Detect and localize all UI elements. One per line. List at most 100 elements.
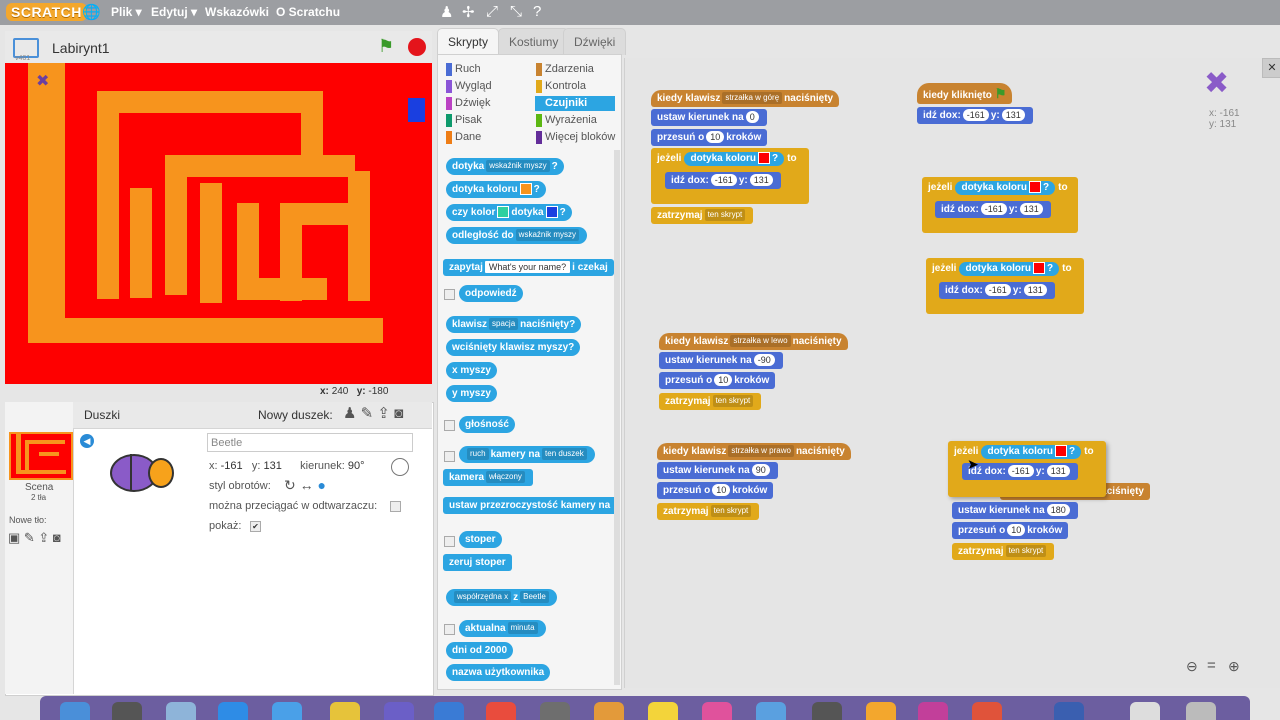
downloads-icon[interactable]: [1130, 702, 1160, 720]
block-set-transparency[interactable]: ustaw przezroczystość kamery na: [443, 497, 619, 514]
hat-when-key-right[interactable]: kiedy klawisz strzałka w prawo naciśnięty: [657, 443, 851, 460]
draggable-checkbox[interactable]: [390, 501, 401, 512]
scratch-cat-icon[interactable]: [866, 702, 896, 720]
hat-when-flag[interactable]: kiedy kliknięto ⚑: [917, 83, 1013, 104]
show-checkbox[interactable]: ✔: [250, 521, 261, 532]
app-icon-10[interactable]: [1054, 702, 1084, 720]
block-ask[interactable]: zapytaj What's your name? i czekaj: [443, 259, 614, 276]
palette-scrollbar[interactable]: [614, 150, 620, 685]
category-sound[interactable]: Dźwięk: [445, 96, 535, 111]
app-icon[interactable]: [330, 702, 360, 720]
tab-sounds[interactable]: Dźwięki: [563, 28, 627, 55]
category-more-blocks[interactable]: Więcej bloków: [535, 130, 623, 145]
block-reset-timer[interactable]: zeruj stoper: [443, 554, 512, 571]
grow-icon[interactable]: ⤢: [486, 3, 498, 20]
green-flag-icon[interactable]: ⚑: [378, 36, 394, 57]
block-key-pressed[interactable]: klawisz spacja naciśnięty?: [446, 316, 582, 333]
hat-when-key-up[interactable]: kiedy klawisz strzałka w górę naciśnięty: [651, 90, 840, 107]
stop-icon[interactable]: [408, 38, 426, 56]
block-goto-1[interactable]: idź dox: -161 y: 131: [665, 172, 781, 189]
scene-thumbnail[interactable]: [9, 432, 73, 480]
delete-icon[interactable]: ✢: [462, 3, 475, 21]
block-stop-right[interactable]: zatrzymaj ten skrypt: [657, 503, 760, 520]
block-x-position-of[interactable]: współrzędna x z Beetle: [446, 589, 557, 606]
block-stop-down[interactable]: zatrzymaj ten skrypt: [952, 543, 1055, 560]
app-icon-7[interactable]: [812, 702, 842, 720]
app-icon-5[interactable]: [594, 702, 624, 720]
block-touching[interactable]: dotyka wskaźnik myszy?: [446, 158, 564, 175]
category-data[interactable]: Dane: [445, 130, 535, 145]
block-move-left[interactable]: przesuń o 10 kroków: [659, 372, 776, 389]
sprite-info-back-icon[interactable]: ◀: [80, 434, 94, 448]
category-control[interactable]: Kontrola: [535, 79, 623, 94]
direction-dial[interactable]: [391, 458, 409, 476]
block-move-down[interactable]: przesuń o 10 kroków: [952, 522, 1069, 539]
block-timer[interactable]: stoper: [459, 531, 502, 548]
category-events[interactable]: Zdarzenia: [535, 62, 623, 77]
loudness-checkbox[interactable]: [444, 420, 455, 431]
notes-icon[interactable]: [648, 702, 678, 720]
block-distance[interactable]: odległość do wskaźnik myszy: [446, 227, 588, 244]
block-stop-left[interactable]: zatrzymaj ten skrypt: [659, 393, 762, 410]
sprite-name-input[interactable]: [207, 433, 413, 452]
block-goto-3[interactable]: idź dox: -161 y: 131: [935, 201, 1051, 218]
close-icon[interactable]: ✕: [1262, 58, 1280, 78]
safari-icon[interactable]: [272, 702, 302, 720]
block-goto-4[interactable]: idź dox: -161 y: 131: [939, 282, 1055, 299]
settings-icon[interactable]: [112, 702, 142, 720]
block-goto-2[interactable]: idź dox: -161 y: 131: [917, 107, 1033, 124]
app-icon-8[interactable]: [918, 702, 948, 720]
category-motion[interactable]: Ruch: [445, 62, 535, 77]
app-icon-4[interactable]: [540, 702, 570, 720]
hat-when-key-left[interactable]: kiedy klawisz strzałka w lewo naciśnięty: [659, 333, 848, 350]
category-looks[interactable]: Wygląd: [445, 79, 535, 94]
category-operators[interactable]: Wyrażenia: [535, 113, 623, 128]
block-move-right[interactable]: przesuń o 10 kroków: [657, 482, 774, 499]
block-color-touching[interactable]: czy kolor dotyka?: [446, 204, 572, 221]
rotation-style-icons[interactable]: ↻ ↔ ●: [284, 477, 326, 494]
calendar-icon[interactable]: [486, 702, 516, 720]
block-goto-dragged[interactable]: idź dox: -161 y: 131: [962, 463, 1078, 480]
app-store-icon[interactable]: [218, 702, 248, 720]
app-icon-9[interactable]: [972, 702, 1002, 720]
block-loudness[interactable]: głośność: [459, 416, 515, 433]
finder-icon[interactable]: [60, 702, 90, 720]
answer-checkbox[interactable]: [444, 289, 455, 300]
duplicate-icon[interactable]: ♟: [440, 3, 453, 21]
scratch-logo[interactable]: SCRATCH: [6, 3, 87, 21]
beetle-sprite-icon[interactable]: ✖: [36, 71, 49, 91]
help-icon[interactable]: ?: [533, 3, 541, 20]
block-touching-color[interactable]: dotyka koloru?: [446, 181, 546, 198]
block-move[interactable]: przesuń o 10 kroków: [651, 129, 768, 146]
category-pen[interactable]: Pisak: [445, 113, 535, 128]
photos-icon[interactable]: [702, 702, 732, 720]
block-mouse-x[interactable]: x myszy: [446, 362, 497, 379]
block-point-direction-right[interactable]: ustaw kierunek na 90: [657, 462, 778, 479]
block-mouse-y[interactable]: y myszy: [446, 385, 497, 402]
block-point-direction-down[interactable]: ustaw kierunek na 180: [952, 502, 1078, 519]
block-current[interactable]: aktualna minuta: [459, 620, 546, 637]
block-answer[interactable]: odpowiedź: [459, 285, 523, 302]
category-sensing[interactable]: Czujniki: [535, 96, 615, 111]
menu-edit[interactable]: Edytuj ▾: [151, 5, 197, 19]
backdrop-paint-icons[interactable]: ▣ ✎ ⇪ ◙: [8, 530, 61, 546]
trash-icon[interactable]: [1186, 702, 1216, 720]
zoom-out-icon[interactable]: ⊖: [1186, 658, 1198, 675]
app-icon-3[interactable]: [434, 702, 464, 720]
shrink-icon[interactable]: ⤡: [510, 3, 522, 20]
block-camera[interactable]: kamera włączony: [443, 469, 533, 486]
project-title[interactable]: Labirynt1: [52, 40, 110, 56]
block-point-direction-left[interactable]: ustaw kierunek na -90: [659, 352, 783, 369]
current-checkbox[interactable]: [444, 624, 455, 635]
menu-about[interactable]: O Scratchu: [276, 5, 340, 19]
zoom-reset-icon[interactable]: =: [1207, 657, 1216, 674]
block-video-motion[interactable]: ruch kamery na ten duszek: [459, 446, 595, 463]
app-icon-2[interactable]: [384, 702, 414, 720]
tab-costumes[interactable]: Kostiumy: [498, 28, 570, 55]
app-icon-6[interactable]: [756, 702, 786, 720]
block-mouse-down[interactable]: wciśnięty klawisz myszy?: [446, 339, 581, 356]
stage-canvas[interactable]: ✖: [5, 63, 432, 384]
block-stop-1[interactable]: zatrzymaj ten skrypt: [651, 207, 754, 224]
video-motion-checkbox[interactable]: [444, 451, 455, 462]
zoom-in-icon[interactable]: ⊕: [1228, 658, 1240, 675]
